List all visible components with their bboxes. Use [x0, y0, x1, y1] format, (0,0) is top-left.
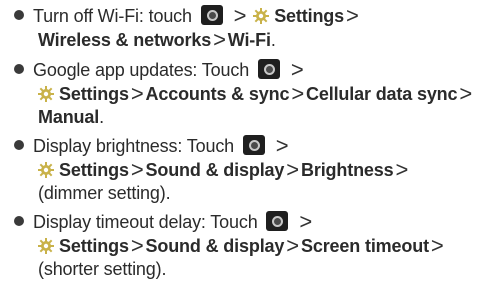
gear-icon [253, 8, 269, 24]
item-label: Turn off Wi-Fi: touch [33, 6, 192, 26]
path-step: Wi-Fi [227, 30, 271, 50]
item-note: (dimmer setting). [38, 183, 171, 203]
path-step: Manual [38, 107, 100, 127]
path-step: Screen timeout [300, 236, 429, 256]
gear-icon [38, 86, 54, 102]
item-label: Google app updates: Touch [33, 60, 250, 80]
bullet-icon [14, 10, 24, 20]
item-label: Display brightness: Touch [33, 136, 235, 156]
item-note: (shorter setting). [38, 259, 167, 279]
app-launcher-icon [242, 135, 265, 155]
battery-tips-list: Turn off Wi-Fi: touch > Settings> Wirele… [0, 0, 496, 286]
settings-label: Settings [274, 6, 344, 26]
path-step: Brightness [300, 160, 394, 180]
bullet-icon [14, 140, 24, 150]
bullet-icon [14, 216, 24, 226]
item-label: Display timeout delay: Touch [33, 212, 258, 232]
settings-label: Settings [59, 84, 129, 104]
path-step: Accounts & sync [145, 84, 290, 104]
settings-label: Settings [59, 236, 129, 256]
app-launcher-icon [200, 5, 223, 25]
settings-label: Settings [59, 160, 129, 180]
app-launcher-icon [266, 211, 289, 231]
app-launcher-icon [257, 59, 280, 79]
path-step: Cellular data sync [306, 84, 458, 104]
path-step: Sound & display [145, 236, 285, 256]
path-step: Sound & display [145, 160, 285, 180]
gear-icon [38, 238, 54, 254]
bullet-icon [14, 64, 24, 74]
gear-icon [38, 162, 54, 178]
path-step: Wireless & networks [38, 30, 212, 50]
